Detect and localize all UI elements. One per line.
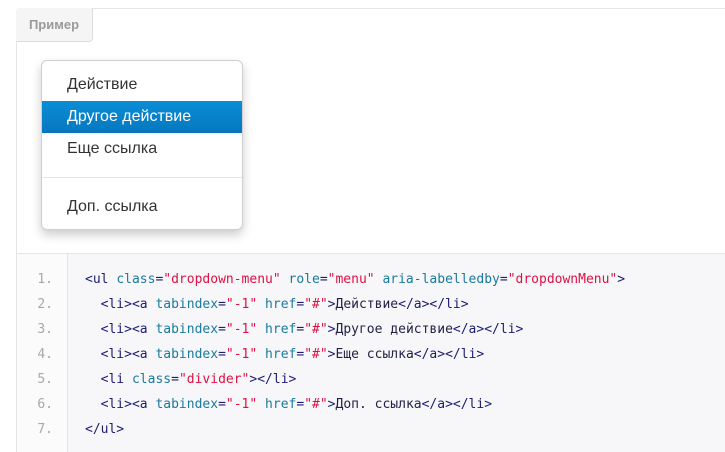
code-token-str: "#": [304, 297, 328, 312]
code-token-attr: aria-labelledby: [382, 272, 500, 287]
code-token-attr: class: [116, 272, 156, 287]
code-token-tag: >: [617, 272, 626, 287]
code-token-tag: =: [218, 297, 226, 312]
code-token-attr: href: [265, 322, 297, 337]
code-token-tag: [281, 272, 289, 287]
code-token-txt: Доп. ссылка: [335, 397, 422, 412]
code-token-tag: =: [218, 322, 226, 337]
code-token-attr: href: [265, 397, 297, 412]
code-token-tag: <li><a: [85, 397, 156, 412]
code-token-tag: =: [296, 347, 305, 362]
code-token-tag: </a></li>: [413, 347, 485, 362]
code-token-str: "-1": [225, 397, 258, 412]
code-line: </ul>: [85, 417, 124, 442]
dropdown-item-extra-link[interactable]: Доп. ссылка: [42, 191, 242, 223]
code-token-tag: =: [218, 347, 226, 362]
code-line: <li><a tabindex="-1" href="#">Доп. ссылк…: [85, 392, 492, 417]
code-token-tag: [257, 397, 265, 412]
code-token-tag: [257, 322, 265, 337]
code-token-attr: tabindex: [155, 297, 219, 312]
code-token-tag: >: [327, 322, 336, 337]
code-token-tag: ></li>: [249, 372, 297, 387]
code-token-str: "-1": [225, 347, 258, 362]
code-token-tag: >: [327, 297, 336, 312]
code-token-attr: class: [131, 372, 172, 387]
code-token-tag: =: [296, 397, 305, 412]
code-line: <li><a tabindex="-1" href="#">Другое дей…: [85, 317, 524, 342]
code-token-str: "#": [304, 322, 328, 337]
line-number: 1.: [37, 272, 53, 287]
code-token-attr: href: [265, 297, 297, 312]
line-number: 6.: [37, 397, 53, 412]
code-block: 1. 2. 3. 4. 5. 6. 7. <ul class="dropdown…: [16, 254, 725, 452]
code-token-tag: <ul: [85, 272, 117, 287]
code-token-txt: Другое действие: [335, 322, 453, 337]
code-token-str: "dropdown-menu": [163, 272, 281, 287]
code-token-tag: </a></li>: [452, 322, 524, 337]
code-line: <ul class="dropdown-menu" role="menu" ar…: [85, 267, 625, 292]
dropdown-divider: [42, 177, 242, 178]
code-token-str: "#": [304, 347, 328, 362]
line-number: 3.: [37, 322, 53, 337]
code-token-str: "#": [304, 397, 328, 412]
code-token-tag: <li: [85, 372, 132, 387]
code-line: <li class="divider"></li>: [85, 367, 297, 392]
line-number: 4.: [37, 347, 53, 362]
example-tab-label: Пример: [16, 8, 93, 42]
dropdown-item-another-link[interactable]: Еще ссылка: [42, 133, 242, 165]
code-token-str: "dropdownMenu": [507, 272, 618, 287]
code-token-str: "-1": [225, 322, 258, 337]
code-token-txt: Действие: [335, 297, 399, 312]
code-token-tag: </ul>: [85, 422, 125, 437]
code-token-tag: [257, 347, 265, 362]
code-line: <li><a tabindex="-1" href="#">Еще ссылка…: [85, 342, 485, 367]
code-token-tag: =: [499, 272, 508, 287]
line-number-gutter: 1. 2. 3. 4. 5. 6. 7.: [17, 254, 68, 452]
code-token-attr: tabindex: [155, 347, 219, 362]
code-token-tag: >: [327, 397, 336, 412]
code-token-tag: </a></li>: [421, 397, 493, 412]
code-token-tag: =: [319, 272, 328, 287]
line-number: 2.: [37, 297, 53, 312]
code-token-tag: =: [218, 397, 226, 412]
code-token-tag: =: [296, 322, 305, 337]
code-token-str: "menu": [327, 272, 375, 287]
code-token-txt: Еще ссылка: [335, 347, 414, 362]
dropdown-item-another-action[interactable]: Другое действие: [42, 101, 242, 133]
dropdown-item-action[interactable]: Действие: [42, 69, 242, 101]
code-token-tag: <li><a: [85, 347, 156, 362]
line-number: 7.: [37, 422, 53, 437]
code-token-tag: =: [171, 372, 179, 387]
code-token-tag: </a></li>: [398, 297, 469, 312]
code-token-attr: role: [288, 272, 320, 287]
code-token-tag: =: [296, 297, 305, 312]
code-token-str: "-1": [225, 297, 258, 312]
code-token-attr: href: [265, 347, 297, 362]
code-token-attr: tabindex: [155, 397, 219, 412]
code-token-str: "divider": [178, 372, 250, 387]
line-number: 5.: [37, 372, 53, 387]
code-token-tag: >: [327, 347, 336, 362]
dropdown-menu: Действие Другое действие Еще ссылка Доп.…: [41, 60, 243, 230]
code-token-tag: <li><a: [85, 297, 156, 312]
code-token-tag: [257, 297, 265, 312]
code-token-attr: tabindex: [155, 322, 219, 337]
code-line: <li><a tabindex="-1" href="#">Действие</…: [85, 292, 469, 317]
code-token-tag: <li><a: [85, 322, 156, 337]
